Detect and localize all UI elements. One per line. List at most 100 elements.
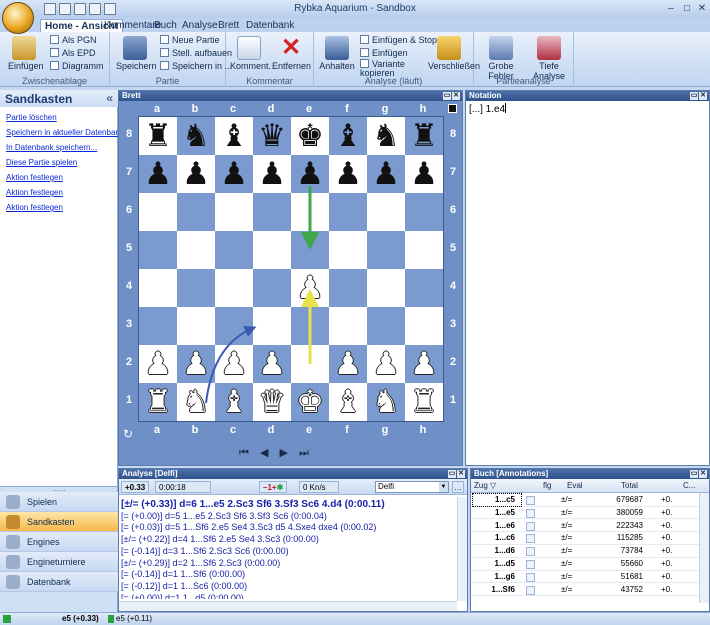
analysis-restore-icon[interactable]: ▭ bbox=[448, 470, 456, 478]
bin-icon[interactable] bbox=[104, 3, 116, 15]
blunder-check-button[interactable]: Grobe Fehler bbox=[476, 34, 526, 81]
flag-icon[interactable] bbox=[526, 547, 535, 557]
book-close-icon[interactable]: ✕ bbox=[699, 470, 707, 478]
insert-stop-button[interactable]: Einfügen & Stop bbox=[360, 35, 437, 46]
tab-board[interactable]: Brett bbox=[214, 19, 243, 32]
save-current-db-link[interactable]: Speichern in aktueller Datenbank bbox=[6, 128, 124, 137]
insert-button[interactable]: Einfügen bbox=[8, 34, 44, 71]
analysis-line[interactable]: [= (+0.00)] d=1 1...d5 (0:00.00) bbox=[121, 593, 455, 599]
col-move[interactable]: Zug ▽ bbox=[474, 481, 496, 490]
book-row[interactable]: 1...c6 ±/= 115285 +0. bbox=[471, 532, 709, 545]
save-in-button[interactable]: Speichern in ... bbox=[160, 61, 232, 72]
analysis-line[interactable]: [= (+0.03)] d=5 1...Sf6 2.e5 Se4 3.Sc3 d… bbox=[121, 522, 455, 534]
as-pgn-button[interactable]: Als PGN bbox=[50, 35, 97, 46]
play-game-link[interactable]: Diese Partie spielen bbox=[6, 158, 77, 167]
col-flg[interactable]: flg bbox=[543, 481, 551, 490]
nav-sandbox[interactable]: Sandkasten bbox=[0, 512, 118, 532]
board-panel-title: Brett ▭ ✕ bbox=[119, 91, 462, 101]
flag-icon[interactable] bbox=[526, 496, 535, 505]
col-c[interactable]: C... bbox=[683, 481, 695, 490]
close-window-icon[interactable]: ✕ bbox=[695, 2, 709, 15]
book-row[interactable]: 1...c5 ±/= 679687 +0. bbox=[471, 493, 709, 507]
engine-select[interactable]: Delfi ▼ bbox=[375, 481, 449, 493]
book-row[interactable]: 1...e5 ±/= 380059 +0. bbox=[471, 507, 709, 520]
deep-analysis-button[interactable]: Tiefe Analyse bbox=[526, 34, 572, 81]
book-row[interactable]: 1...g6 ±/= 51681 +0. bbox=[471, 571, 709, 584]
analysis-line[interactable]: [±/= (+0.29)] d=2 1...Sf6 2.Sc3 (0:00.00… bbox=[121, 558, 455, 570]
app-orb-icon[interactable] bbox=[2, 2, 34, 34]
flag-icon[interactable] bbox=[526, 572, 535, 582]
book-row[interactable]: 1...d6 ±/= 73784 +0. bbox=[471, 545, 709, 558]
notation-text[interactable]: [...] 1.e4 bbox=[469, 103, 507, 115]
book-row[interactable]: 1...d5 ±/= 55660 +0. bbox=[471, 558, 709, 571]
delete-game-link[interactable]: Partie löschen bbox=[6, 113, 57, 122]
insert-analysis-button[interactable]: Einfügen bbox=[360, 48, 408, 59]
col-eval[interactable]: Eval bbox=[567, 481, 583, 490]
analysis-line[interactable]: [±/= (+0.33)] d=6 1...e5 2.Sc3 Sf6 3.Sf3… bbox=[121, 499, 455, 511]
new-document-icon[interactable] bbox=[59, 3, 71, 15]
text-cursor bbox=[505, 103, 507, 113]
book-row[interactable]: 1...Sf6 ±/= 43752 +0. bbox=[471, 584, 709, 597]
flag-icon[interactable] bbox=[526, 585, 535, 595]
col-total[interactable]: Total bbox=[621, 481, 638, 490]
panel-close-icon[interactable]: ✕ bbox=[452, 92, 460, 100]
book-total: 679687 bbox=[616, 495, 643, 504]
set-action-link-1[interactable]: Aktion festlegen bbox=[6, 173, 63, 182]
set-action-link-2[interactable]: Aktion festlegen bbox=[6, 188, 63, 197]
analysis-scrollbar-h[interactable] bbox=[119, 601, 457, 611]
remove-comment-button[interactable]: ✕ Entfernen bbox=[272, 34, 311, 72]
flask-icon[interactable] bbox=[89, 3, 101, 15]
book-restore-icon[interactable]: ▭ bbox=[690, 470, 698, 478]
analysis-line[interactable]: [±/= (+0.22)] d=4 1...Sf6 2.e5 Se4 3.Sc3… bbox=[121, 534, 455, 546]
tab-book[interactable]: Buch bbox=[150, 19, 181, 32]
engine-options-button[interactable]: … bbox=[452, 481, 464, 493]
analysis-line[interactable]: [= (-0.14)] d=3 1...Sf6 2.Sc3 Sc6 (0:00.… bbox=[121, 546, 455, 558]
flag-icon[interactable] bbox=[526, 508, 535, 518]
next-move-button[interactable]: ▶ bbox=[280, 447, 288, 459]
maximize-icon[interactable]: □ bbox=[680, 2, 694, 15]
flag-icon[interactable] bbox=[526, 560, 535, 569]
insert-analysis-icon bbox=[360, 48, 369, 57]
nav-play[interactable]: Spielen bbox=[0, 492, 118, 512]
notation-close-icon[interactable]: ✕ bbox=[699, 92, 707, 100]
save-icon[interactable] bbox=[44, 3, 56, 15]
analysis-scrollbar-v[interactable] bbox=[457, 497, 467, 601]
status-bar: e5 (+0.33) e5 (+0.11) bbox=[0, 612, 710, 625]
comment-button[interactable]: Komment. bbox=[230, 34, 271, 71]
tab-database[interactable]: Datenbank bbox=[242, 19, 298, 32]
flip-board-icon[interactable]: ↻ bbox=[123, 427, 133, 441]
book-move: 1...d6 bbox=[494, 546, 515, 556]
setup-position-button[interactable]: Stell. aufbauen bbox=[160, 48, 232, 59]
analysis-line[interactable]: [= (+0.00)] d=5 1...e5 2.Sc3 Sf6 3.Sf3 S… bbox=[121, 511, 455, 523]
first-move-button[interactable]: ⏮ bbox=[239, 447, 249, 459]
book-scrollbar[interactable] bbox=[699, 493, 709, 603]
lock-button[interactable]: Verschließen bbox=[428, 34, 480, 71]
collapse-icon[interactable]: « bbox=[106, 91, 113, 105]
splitter-grip[interactable]: ...... bbox=[0, 485, 118, 493]
prev-move-button[interactable]: ◀ bbox=[260, 447, 268, 459]
nav-database[interactable]: Datenbank bbox=[0, 572, 118, 592]
flag-icon[interactable] bbox=[526, 534, 535, 544]
analysis-line[interactable]: [= (-0.12)] d=1 1...Sc6 (0:00.00) bbox=[121, 581, 455, 593]
set-action-link-3[interactable]: Aktion festlegen bbox=[6, 203, 63, 212]
minimize-icon[interactable]: – bbox=[664, 2, 678, 15]
save-db-link[interactable]: In Datenbank speichern... bbox=[6, 143, 97, 152]
as-epd-button[interactable]: Als EPD bbox=[50, 48, 96, 59]
copy-variation-button[interactable]: Variante kopieren bbox=[360, 59, 410, 78]
new-game-button[interactable]: Neue Partie bbox=[160, 35, 220, 46]
analysis-line[interactable]: [= (-0.14)] d=1 1...Sf6 (0:00.00) bbox=[121, 569, 455, 581]
nav-engines[interactable]: Engines bbox=[0, 532, 118, 552]
analysis-close-icon[interactable]: ✕ bbox=[457, 470, 465, 478]
book-row[interactable]: 1...e6 ±/= 222343 +0. bbox=[471, 520, 709, 533]
flag-icon[interactable] bbox=[526, 521, 535, 531]
panel-restore-icon[interactable]: ▭ bbox=[443, 92, 451, 100]
analysis-lines[interactable]: [±/= (+0.33)] d=6 1...e5 2.Sc3 Sf6 3.Sf3… bbox=[121, 499, 455, 599]
notation-restore-icon[interactable]: ▭ bbox=[690, 92, 698, 100]
engine-icon[interactable] bbox=[74, 3, 86, 15]
stop-analysis-button[interactable]: Anhalten bbox=[318, 34, 356, 71]
diagram-button[interactable]: Diagramm bbox=[50, 61, 104, 72]
file-label-e-top: e bbox=[305, 103, 313, 115]
nav-tournaments[interactable]: Engineturniere bbox=[0, 552, 118, 572]
save-button[interactable]: Speichern bbox=[116, 34, 157, 71]
last-move-button[interactable]: ⏭ bbox=[299, 447, 309, 459]
